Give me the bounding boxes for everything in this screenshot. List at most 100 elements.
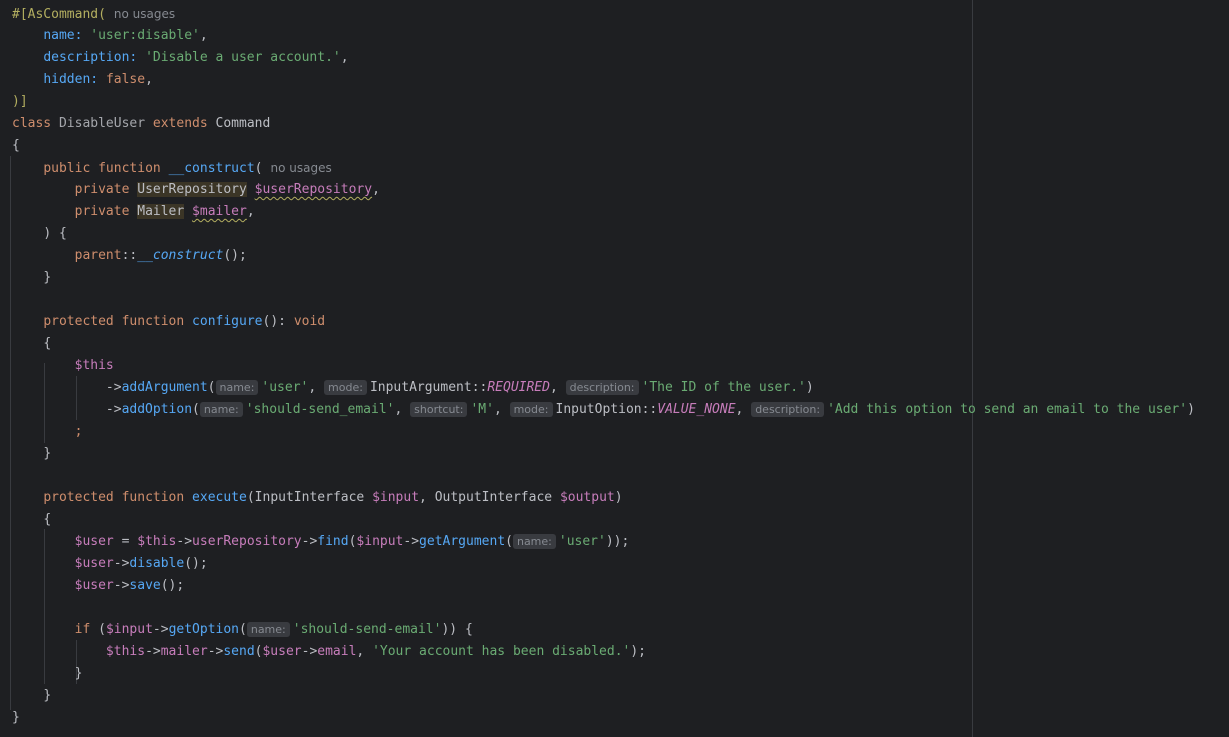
usages-hint[interactable]: no usages <box>270 161 331 175</box>
code-line: } <box>12 267 51 289</box>
keyword: class <box>12 116 52 131</box>
code-line: ) { <box>12 223 67 245</box>
type-name: InputInterface <box>254 490 365 505</box>
code-line: { <box>12 333 51 355</box>
usages-hint[interactable]: no usages <box>114 7 175 21</box>
string-literal: 'Your account has been disabled.' <box>372 644 631 659</box>
keyword: function <box>121 490 185 505</box>
param-hint: mode: <box>509 402 553 417</box>
keyword: public <box>43 161 91 176</box>
string-literal: 'Disable a user account.' <box>145 50 341 65</box>
code-line: { <box>12 135 20 157</box>
keyword: false <box>105 72 146 87</box>
code-line: } <box>12 685 51 707</box>
variable: $this <box>74 358 114 373</box>
code-editor[interactable]: #[AsCommand( no usages name: 'user:disabl… <box>0 0 1229 737</box>
variable: $input <box>356 534 404 549</box>
code-line: private UserRepository $userRepository, <box>74 182 380 197</box>
keyword: protected <box>43 314 114 329</box>
class-name: DisableUser <box>58 116 146 131</box>
code-line: #[AsCommand( no usages <box>12 3 175 25</box>
constant: VALUE_NONE <box>657 402 736 417</box>
attribute-token: #[AsCommand( <box>12 7 106 22</box>
keyword: function <box>121 314 185 329</box>
parent-class: Command <box>215 116 271 131</box>
code-line: name: 'user:disable', <box>43 28 208 43</box>
method-call: save <box>129 578 161 593</box>
variable: $user <box>74 578 114 593</box>
method-call: disable <box>129 556 185 571</box>
variable: $user <box>262 644 302 659</box>
right-margin-guide <box>972 0 973 737</box>
brace: { <box>43 512 52 527</box>
constant: REQUIRED <box>487 380 550 395</box>
class-ref: InputArgument <box>369 380 472 395</box>
code-line: } <box>12 663 83 685</box>
variable: $this <box>137 534 177 549</box>
variable: $this <box>105 644 146 659</box>
keyword: parent <box>74 248 122 263</box>
param-hint: name: <box>512 534 556 549</box>
indent-guide <box>10 156 11 710</box>
string-literal: 'user' <box>558 534 606 549</box>
variable: $input <box>105 622 153 637</box>
string-literal: 'should-send_email' <box>245 402 395 417</box>
keyword: private <box>74 204 130 219</box>
method-call: getOption <box>168 622 240 637</box>
param-hint: name: <box>215 380 259 395</box>
named-arg-key: description: <box>43 50 138 65</box>
code-line: if ($input->getOption(name:'should-send-… <box>74 622 473 637</box>
function-name: __construct <box>168 161 255 176</box>
param-hint: shortcut: <box>410 402 468 417</box>
param-hint: description: <box>565 380 639 395</box>
punctuation: ) { <box>43 226 67 241</box>
named-arg-key: hidden: <box>43 72 99 87</box>
code-line: protected function configure(): void <box>43 314 326 329</box>
code-line: $user->save(); <box>74 578 185 593</box>
code-line: ->addOption(name:'should-send_email', sh… <box>12 402 1195 417</box>
type-name: Mailer <box>137 204 185 219</box>
function-name: execute <box>192 490 247 505</box>
property: userRepository <box>192 534 302 549</box>
brace: { <box>43 336 52 351</box>
keyword: if <box>74 622 91 637</box>
method-call: addOption <box>121 402 193 417</box>
function-name: configure <box>192 314 263 329</box>
string-literal: 'The ID of the user.' <box>641 380 806 395</box>
keyword: private <box>74 182 130 197</box>
code-line: $user->disable(); <box>74 556 208 571</box>
property: mailer <box>160 644 208 659</box>
return-type: void <box>293 314 326 329</box>
code-line: description: 'Disable a user account.', <box>43 50 349 65</box>
string-literal: 'should-send-email' <box>292 622 442 637</box>
method-call: send <box>223 644 255 659</box>
keyword: protected <box>43 490 114 505</box>
brace: { <box>12 138 20 153</box>
code-line: } <box>12 443 51 465</box>
code-line: ; <box>12 421 83 443</box>
type-name: OutputInterface <box>434 490 553 505</box>
method-call: addArgument <box>121 380 208 395</box>
variable: $user <box>74 534 114 549</box>
static-call: __construct <box>137 248 224 263</box>
type-name: UserRepository <box>137 182 247 197</box>
variable: $input <box>372 490 420 505</box>
brace: } <box>74 666 83 681</box>
named-arg-key: name: <box>43 28 83 43</box>
code-line: parent::__construct(); <box>74 248 247 263</box>
brace: } <box>43 688 52 703</box>
code-line: $this->mailer->send($user->email, 'Your … <box>105 644 647 659</box>
method-call: find <box>317 534 349 549</box>
param-hint: description: <box>751 402 825 417</box>
variable: $mailer <box>192 204 247 219</box>
code-line: public function __construct(no usages <box>43 161 332 176</box>
string-literal: 'user' <box>261 380 309 395</box>
code-line: ->addArgument(name:'user', mode: InputArg… <box>12 380 814 395</box>
string-literal: 'Add this option to send an email to the… <box>827 402 1188 417</box>
param-hint: name: <box>246 622 290 637</box>
code-line: protected function execute(InputInterfac… <box>43 490 623 505</box>
param-hint: mode: <box>324 380 367 395</box>
variable: $user <box>74 556 114 571</box>
code-line: class DisableUser extends Command <box>12 113 270 135</box>
semicolon: ; <box>74 424 83 439</box>
